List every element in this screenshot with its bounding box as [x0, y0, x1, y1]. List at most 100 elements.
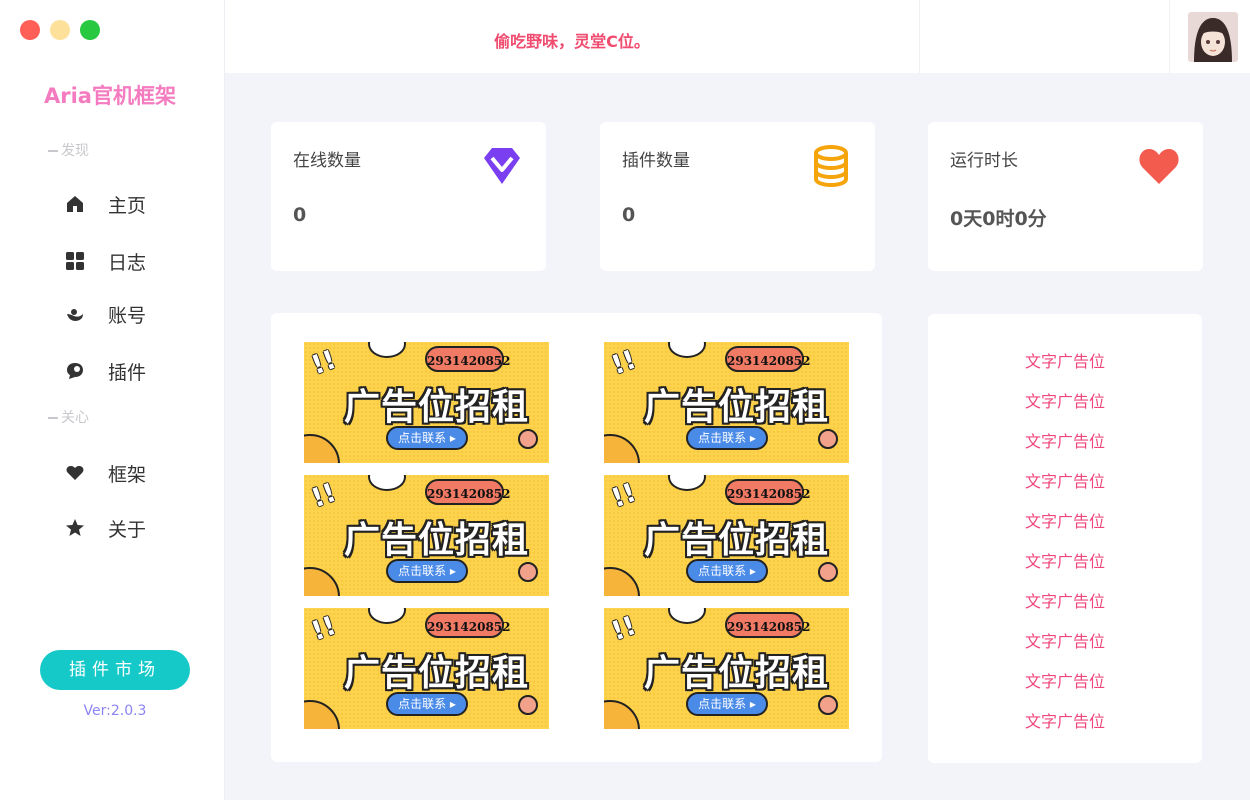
text-ad-link[interactable]: 文字广告位: [928, 508, 1202, 532]
grid-icon: [64, 250, 86, 272]
ad-contact-button[interactable]: 点击联系 ▸: [686, 559, 768, 583]
ad-contact-button-label: 点击联系: [698, 564, 747, 578]
ad-contact-button[interactable]: 点击联系 ▸: [686, 426, 768, 450]
decor-shape: [368, 608, 406, 624]
ad-banner[interactable]: !! 2931420852 广告位招租 点击联系 ▸: [304, 608, 549, 729]
ad-contact-button-label: 点击联系: [698, 431, 747, 445]
sidebar-item-label: 日志: [108, 251, 147, 274]
sidebar-item-about[interactable]: 关于: [64, 512, 146, 544]
ad-title: 广告位招租: [344, 520, 530, 561]
decor-shape: [518, 562, 538, 582]
ad-title: 广告位招租: [344, 653, 530, 694]
diamond-icon: [480, 144, 524, 188]
sidebar-item-plugins[interactable]: 插件: [64, 355, 146, 387]
ad-banner[interactable]: !! 2931420852 广告位招租 点击联系 ▸: [304, 342, 549, 463]
text-ad-link[interactable]: 文字广告位: [928, 388, 1202, 412]
ad-contact-number: 2931420852: [425, 479, 511, 505]
ad-contact-button[interactable]: 点击联系 ▸: [386, 426, 468, 450]
chat-icon: [64, 360, 86, 382]
window-controls: [20, 20, 110, 40]
text-ad-link[interactable]: 文字广告位: [928, 708, 1202, 732]
sidebar-item-log[interactable]: 日志: [64, 245, 146, 277]
stat-value: 0天0时0分: [950, 208, 1047, 230]
stat-label: 在线数量: [293, 151, 361, 171]
decor-shape: [668, 608, 706, 624]
ad-contact-button-label: 点击联系: [398, 564, 447, 578]
ad-contact-button-label: 点击联系: [398, 697, 447, 711]
text-ad-link[interactable]: 文字广告位: [928, 348, 1202, 372]
decor-shape: [818, 695, 838, 715]
exclamation-icon: !!: [607, 477, 641, 515]
section-discover: 发现: [48, 140, 89, 160]
header-slogan: 偷吃野味，灵堂C位。: [494, 32, 650, 51]
ad-banner[interactable]: !! 2931420852 广告位招租 点击联系 ▸: [604, 342, 849, 463]
ad-title: 广告位招租: [644, 387, 830, 428]
ad-panel: !! 2931420852 广告位招租 点击联系 ▸!! 2931420852 广告位招租…: [271, 313, 882, 762]
sidebar-item-label: 插件: [108, 361, 147, 384]
decor-shape: [604, 700, 640, 729]
decor-shape: [668, 342, 706, 358]
decor-shape: [518, 695, 538, 715]
sidebar-item-framework[interactable]: 框架: [64, 457, 146, 489]
maximize-window-button[interactable]: [80, 20, 100, 40]
decor-shape: [368, 475, 406, 491]
star-icon: [64, 517, 86, 539]
stat-label: 运行时长: [950, 151, 1018, 171]
ad-title: 广告位招租: [644, 520, 830, 561]
sidebar-item-label: 关于: [108, 518, 147, 541]
header-divider: [919, 0, 920, 73]
ad-contact-button[interactable]: 点击联系 ▸: [686, 692, 768, 716]
stat-label: 插件数量: [622, 151, 690, 171]
heart-icon: [64, 462, 86, 484]
ad-contact-number: 2931420852: [425, 612, 511, 638]
ad-contact-button-label: 点击联系: [398, 431, 447, 445]
stat-card-online: 在线数量 0: [271, 122, 546, 271]
stat-value: 0: [622, 204, 636, 226]
decor-shape: [818, 562, 838, 582]
text-ad-link[interactable]: 文字广告位: [928, 588, 1202, 612]
sidebar-item-label: 账号: [108, 304, 147, 327]
text-ad-link[interactable]: 文字广告位: [928, 628, 1202, 652]
exclamation-icon: !!: [307, 610, 341, 648]
text-ad-link[interactable]: 文字广告位: [928, 468, 1202, 492]
ad-contact-number: 2931420852: [725, 346, 811, 372]
ad-title: 广告位招租: [344, 387, 530, 428]
text-ad-panel: 文字广告位 文字广告位 文字广告位 文字广告位 文字广告位 文字广告位 文字广告位 文字广告位…: [928, 314, 1202, 763]
stat-value: 0: [293, 204, 307, 226]
decor-shape: [304, 567, 340, 596]
app-brand: Aria官机框架: [44, 84, 176, 108]
close-window-button[interactable]: [20, 20, 40, 40]
ad-contact-button[interactable]: 点击联系 ▸: [386, 692, 468, 716]
ad-banner[interactable]: !! 2931420852 广告位招租 点击联系 ▸: [604, 608, 849, 729]
decor-shape: [604, 434, 640, 463]
ad-contact-number: 2931420852: [425, 346, 511, 372]
decor-shape: [818, 429, 838, 449]
sidebar-item-account[interactable]: 账号: [64, 298, 146, 330]
ad-contact-number: 2931420852: [725, 479, 811, 505]
minimize-window-button[interactable]: [50, 20, 70, 40]
decor-shape: [668, 475, 706, 491]
text-ad-link[interactable]: 文字广告位: [928, 428, 1202, 452]
ad-banner[interactable]: !! 2931420852 广告位招租 点击联系 ▸: [304, 475, 549, 596]
top-bar: 偷吃野味，灵堂C位。: [225, 0, 1250, 73]
ad-banner[interactable]: !! 2931420852 广告位招租 点击联系 ▸: [604, 475, 849, 596]
account-icon: [64, 303, 86, 325]
ad-contact-button[interactable]: 点击联系 ▸: [386, 559, 468, 583]
section-discover-label: 发现: [61, 143, 89, 159]
decor-shape: [604, 567, 640, 596]
plugin-market-button[interactable]: 插件市场: [40, 650, 190, 690]
exclamation-icon: !!: [307, 344, 341, 382]
text-ad-link[interactable]: 文字广告位: [928, 668, 1202, 692]
ad-contact-number: 2931420852: [725, 612, 811, 638]
heart-icon: [1137, 144, 1181, 188]
sidebar-item-home[interactable]: 主页: [64, 188, 146, 220]
ad-title: 广告位招租: [644, 653, 830, 694]
user-avatar[interactable]: [1188, 12, 1238, 62]
exclamation-icon: !!: [607, 610, 641, 648]
version-label: Ver:2.0.3: [83, 703, 147, 719]
decor-shape: [368, 342, 406, 358]
stat-card-uptime: 运行时长 0天0时0分: [928, 122, 1203, 271]
section-care: 关心: [48, 407, 89, 427]
home-icon: [64, 193, 86, 215]
text-ad-link[interactable]: 文字广告位: [928, 548, 1202, 572]
